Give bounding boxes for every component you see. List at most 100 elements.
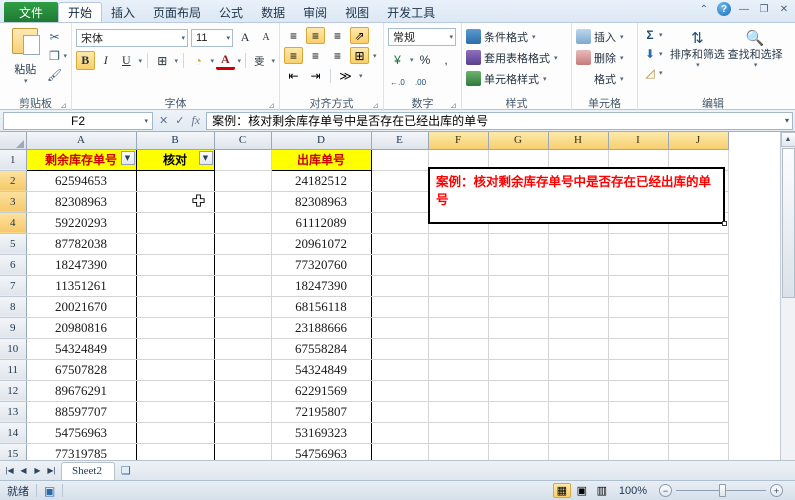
- format-cells-caret-icon[interactable]: ▾: [620, 75, 624, 83]
- cell-G6[interactable]: [488, 254, 549, 276]
- cell-J13[interactable]: [668, 401, 729, 423]
- cell-E2[interactable]: [371, 170, 429, 192]
- view-page-layout-button[interactable]: ▣: [573, 483, 591, 498]
- cell-F10[interactable]: [428, 338, 489, 360]
- table-row[interactable]: 11 67507828 54324849: [0, 359, 729, 381]
- tab-2[interactable]: 页面布局: [144, 2, 210, 22]
- find-select-button[interactable]: 🔍 查找和选择 ▾: [726, 27, 784, 97]
- row-header-2[interactable]: 2: [0, 170, 27, 192]
- table-row[interactable]: 8 20021670 68156118: [0, 296, 729, 318]
- cell-J10[interactable]: [668, 338, 729, 360]
- cancel-formula-icon[interactable]: ✕: [159, 114, 168, 127]
- cell-H13[interactable]: [548, 401, 609, 423]
- cell-C12[interactable]: [214, 380, 272, 402]
- cell-I15[interactable]: [608, 443, 669, 460]
- insert-cells-caret-icon[interactable]: ▾: [620, 33, 624, 41]
- table-row[interactable]: 14 54756963 53169323: [0, 422, 729, 444]
- fill-color-icon[interactable]: ◔: [189, 51, 208, 70]
- macro-record-icon[interactable]: ▣: [44, 484, 55, 498]
- cell-G15[interactable]: [488, 443, 549, 460]
- name-box[interactable]: F2 ▾: [3, 111, 153, 130]
- row-header-13[interactable]: 13: [0, 401, 27, 423]
- cell-B11[interactable]: [135, 359, 215, 381]
- cell-I10[interactable]: [608, 338, 669, 360]
- view-page-break-button[interactable]: ▥: [593, 483, 611, 498]
- cell-F9[interactable]: [428, 317, 489, 339]
- column-header-J[interactable]: J: [668, 132, 729, 150]
- table-row[interactable]: 15 77319785 54756963: [0, 443, 729, 460]
- cell-B10[interactable]: [135, 338, 215, 360]
- row-header-10[interactable]: 10: [0, 338, 27, 360]
- cell-F15[interactable]: [428, 443, 489, 460]
- borders-caret-icon[interactable]: ▾: [175, 57, 179, 65]
- delete-cells-caret-icon[interactable]: ▾: [620, 54, 624, 62]
- paste-button[interactable]: 粘贴 ▾: [4, 26, 46, 97]
- cell-B15[interactable]: [135, 443, 215, 460]
- comma-icon[interactable]: ,: [437, 50, 456, 69]
- phonetic-caret-icon[interactable]: ▾: [272, 57, 276, 65]
- minimize-icon[interactable]: —: [737, 2, 751, 16]
- cell-C14[interactable]: [214, 422, 272, 444]
- cell-D1[interactable]: 出库单号: [270, 148, 372, 171]
- cell-I7[interactable]: [608, 275, 669, 297]
- cell-A15[interactable]: 77319785: [25, 443, 137, 460]
- row-header-15[interactable]: 15: [0, 443, 27, 460]
- font-name-caret-icon[interactable]: ▾: [182, 34, 186, 42]
- cell-D3[interactable]: 82308963: [270, 191, 372, 213]
- font-color-caret-icon[interactable]: ▾: [238, 57, 242, 65]
- zoom-slider[interactable]: − +: [655, 484, 795, 497]
- cell-D8[interactable]: 68156118: [270, 296, 372, 318]
- clear-icon[interactable]: ◿: [642, 65, 658, 81]
- find-select-caret-icon[interactable]: ▾: [754, 61, 758, 69]
- row-header-14[interactable]: 14: [0, 422, 27, 444]
- new-sheet-button[interactable]: ❏: [115, 462, 137, 479]
- column-header-F[interactable]: F: [428, 132, 489, 150]
- cell-H15[interactable]: [548, 443, 609, 460]
- cell-E10[interactable]: [371, 338, 429, 360]
- cell-A8[interactable]: 20021670: [25, 296, 137, 318]
- row-header-4[interactable]: 4: [0, 212, 27, 234]
- column-header-A[interactable]: A: [26, 132, 137, 150]
- cell-J14[interactable]: [668, 422, 729, 444]
- cell-E13[interactable]: [371, 401, 429, 423]
- cell-D5[interactable]: 20961072: [270, 233, 372, 255]
- copy-caret-icon[interactable]: ▾: [63, 52, 67, 60]
- cell-D15[interactable]: 54756963: [270, 443, 372, 460]
- cell-E5[interactable]: [371, 233, 429, 255]
- cell-A9[interactable]: 20980816: [25, 317, 137, 339]
- row-header-9[interactable]: 9: [0, 317, 27, 339]
- underline-button[interactable]: U: [117, 51, 136, 70]
- percent-icon[interactable]: %: [416, 50, 435, 69]
- cell-F12[interactable]: [428, 380, 489, 402]
- tab-0[interactable]: 开始: [58, 2, 103, 22]
- column-header-I[interactable]: I: [608, 132, 669, 150]
- cell-G9[interactable]: [488, 317, 549, 339]
- increase-indent-icon[interactable]: ⇥: [306, 67, 325, 84]
- increase-decimal-icon[interactable]: ←.0: [388, 73, 407, 92]
- cell-H12[interactable]: [548, 380, 609, 402]
- cell-C9[interactable]: [214, 317, 272, 339]
- cell-B6[interactable]: [135, 254, 215, 276]
- first-sheet-button[interactable]: |◀: [3, 463, 16, 478]
- cell-style-button[interactable]: 单元格样式 ▾: [466, 69, 567, 88]
- decrease-indent-icon[interactable]: ⇤: [284, 67, 303, 84]
- table-style-button[interactable]: 套用表格格式 ▾: [466, 48, 567, 67]
- cut-icon[interactable]: ✂: [46, 29, 62, 45]
- font-color-icon[interactable]: A: [216, 51, 235, 70]
- column-header-H[interactable]: H: [548, 132, 609, 150]
- cell-A11[interactable]: 67507828: [25, 359, 137, 381]
- cell-B4[interactable]: [135, 212, 215, 234]
- align-center-icon[interactable]: ≡: [306, 47, 325, 64]
- sheet-tab-sheet2[interactable]: Sheet2: [61, 461, 115, 480]
- column-header-G[interactable]: G: [488, 132, 549, 150]
- tab-6[interactable]: 视图: [336, 2, 378, 22]
- cell-E4[interactable]: [371, 212, 429, 234]
- align-top-icon[interactable]: ≡: [284, 27, 303, 44]
- cell-J8[interactable]: [668, 296, 729, 318]
- cell-I14[interactable]: [608, 422, 669, 444]
- cell-B2[interactable]: [135, 170, 215, 192]
- sort-filter-button[interactable]: ⇅ 排序和筛选 ▾: [669, 27, 727, 97]
- cell-B1[interactable]: 核对 ▼: [135, 148, 215, 171]
- cell-A14[interactable]: 54756963: [25, 422, 137, 444]
- fill-icon[interactable]: ⬇: [642, 46, 658, 62]
